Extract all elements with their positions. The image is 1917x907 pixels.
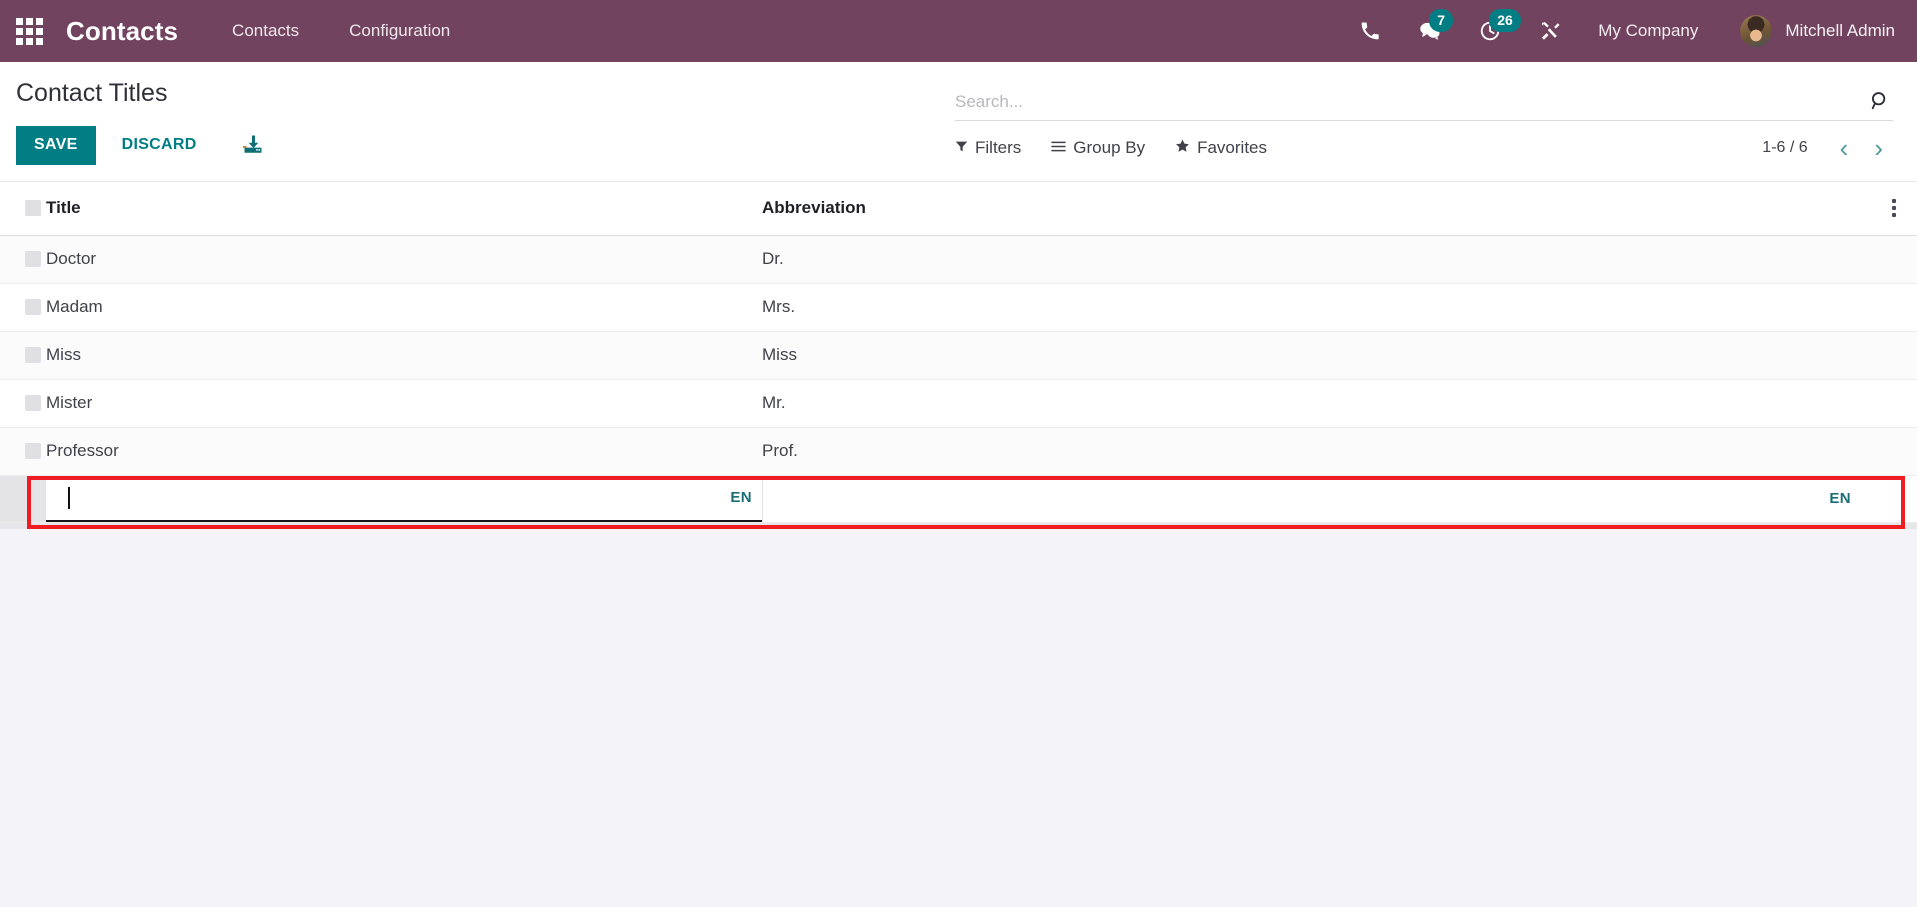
control-panel-right: Filters Group By F <box>955 62 1917 177</box>
row-checkbox[interactable] <box>25 299 41 316</box>
text-caret <box>68 486 70 509</box>
control-panel-left: Contact Titles SAVE DISCARD <box>0 62 955 181</box>
row-checkbox[interactable] <box>25 395 41 412</box>
edit-row-bottom-rule <box>0 522 1917 529</box>
search-input[interactable] <box>955 92 1867 112</box>
download-import-icon[interactable] <box>241 133 265 157</box>
column-header-abbreviation[interactable]: Abbreviation <box>762 181 1871 236</box>
favorites-label: Favorites <box>1197 138 1268 157</box>
messages-icon[interactable]: 7 <box>1418 9 1454 44</box>
menu-item-configuration[interactable]: Configuration <box>349 21 450 41</box>
abbreviation-language-tag[interactable]: EN <box>1821 490 1851 507</box>
edit-row-spacer-cell <box>1871 475 1917 523</box>
records-table: Title Abbreviation Doctor Dr. Madam Mrs. <box>0 181 1917 476</box>
app-brand-title[interactable]: Contacts <box>66 16 178 47</box>
row-spacer-cell <box>1871 427 1917 476</box>
header-row: Title Abbreviation <box>0 181 1917 236</box>
cell-title: Professor <box>46 427 762 476</box>
kebab-menu-icon[interactable] <box>1871 198 1917 217</box>
cell-abbreviation: Miss <box>762 331 1871 380</box>
cell-abbreviation: Prof. <box>762 427 1871 476</box>
row-spacer-cell <box>1871 235 1917 284</box>
row-checkbox[interactable] <box>25 251 41 268</box>
cell-abbreviation: Mrs. <box>762 283 1871 332</box>
star-icon <box>1175 138 1190 158</box>
group-by-button[interactable]: Group By <box>1051 138 1145 158</box>
user-menu[interactable]: Mitchell Admin <box>1740 15 1895 47</box>
apps-grid-icon[interactable] <box>14 16 44 46</box>
cell-title: Miss <box>46 331 762 380</box>
action-button-row: SAVE DISCARD <box>16 125 955 181</box>
avatar <box>1740 15 1773 47</box>
save-button[interactable]: SAVE <box>16 125 96 165</box>
chevron-left-icon[interactable]: ‹ <box>1830 135 1859 161</box>
filters-label: Filters <box>975 138 1022 157</box>
table-body: Doctor Dr. Madam Mrs. Miss Miss Mister M… <box>0 235 1917 476</box>
abbreviation-field-wrapper[interactable]: EN <box>762 475 1871 522</box>
filter-toolbar: Filters Group By Favorites 1-6 / 6 ‹ › <box>955 121 1893 177</box>
filters-button[interactable]: Filters <box>955 138 1021 158</box>
title-input[interactable] <box>72 475 723 520</box>
messages-badge: 7 <box>1429 9 1454 32</box>
table-row[interactable]: Professor Prof. <box>0 427 1917 476</box>
page-title: Contact Titles <box>16 79 168 107</box>
select-all-header-cell <box>0 181 46 236</box>
title-language-tag[interactable]: EN <box>722 489 752 506</box>
activities-badge: 26 <box>1489 9 1521 32</box>
cell-abbreviation: Dr. <box>762 235 1871 284</box>
discard-button[interactable]: DISCARD <box>108 126 211 165</box>
row-select-cell <box>0 379 46 428</box>
row-checkbox[interactable] <box>25 347 41 364</box>
pager-range-label: 1-6 / 6 <box>1762 139 1808 156</box>
new-record-edit-row[interactable]: EN EN <box>0 475 1917 529</box>
activities-clock-icon[interactable]: 26 <box>1478 9 1521 44</box>
table-header: Title Abbreviation <box>0 181 1917 236</box>
funnel-icon <box>955 138 968 158</box>
debug-tools-icon[interactable] <box>1538 18 1562 44</box>
list-view: Title Abbreviation Doctor Dr. Madam Mrs. <box>0 181 1917 529</box>
favorites-button[interactable]: Favorites <box>1175 138 1267 158</box>
row-select-cell <box>0 331 46 380</box>
select-all-checkbox[interactable] <box>25 200 41 217</box>
column-header-title[interactable]: Title <box>46 181 762 236</box>
row-checkbox[interactable] <box>25 443 41 460</box>
row-select-cell <box>0 283 46 332</box>
cell-abbreviation: Mr. <box>762 379 1871 428</box>
edit-cell-title[interactable]: EN <box>46 475 762 523</box>
row-spacer-cell <box>1871 379 1917 428</box>
title-field-wrapper[interactable]: EN <box>46 475 762 522</box>
hamburger-lines-icon <box>1051 138 1067 158</box>
phone-icon[interactable] <box>1358 18 1382 44</box>
search-icon[interactable] <box>1867 90 1893 112</box>
edit-cell-abbreviation[interactable]: EN <box>762 475 1871 523</box>
top-navbar: Contacts Contacts Configuration 7 26 My … <box>0 0 1917 62</box>
user-name-label: Mitchell Admin <box>1785 21 1895 40</box>
search-bar[interactable] <box>955 68 1893 121</box>
row-select-cell <box>0 235 46 284</box>
table-row[interactable]: Miss Miss <box>0 331 1917 380</box>
group-by-label: Group By <box>1073 138 1146 157</box>
chevron-right-icon[interactable]: › <box>1864 135 1893 161</box>
menu-item-contacts[interactable]: Contacts <box>232 21 299 41</box>
row-select-cell <box>0 427 46 476</box>
edit-row-table: EN EN <box>0 475 1917 523</box>
table-row[interactable]: Mister Mr. <box>0 379 1917 428</box>
row-spacer-cell <box>1871 331 1917 380</box>
table-row[interactable]: Doctor Dr. <box>0 235 1917 284</box>
control-panel: Contact Titles SAVE DISCARD Search... Fi… <box>0 62 1917 182</box>
row-spacer-cell <box>1871 283 1917 332</box>
cell-title: Madam <box>46 283 762 332</box>
cell-title: Doctor <box>46 235 762 284</box>
company-switcher[interactable]: My Company <box>1598 21 1698 41</box>
edit-row-select-cell <box>0 475 46 523</box>
table-row[interactable]: Madam Mrs. <box>0 283 1917 332</box>
pager: 1-6 / 6 ‹ › <box>1762 135 1893 161</box>
abbreviation-input[interactable] <box>763 475 1822 522</box>
cell-title: Mister <box>46 379 762 428</box>
optional-columns-header-cell <box>1871 181 1917 236</box>
